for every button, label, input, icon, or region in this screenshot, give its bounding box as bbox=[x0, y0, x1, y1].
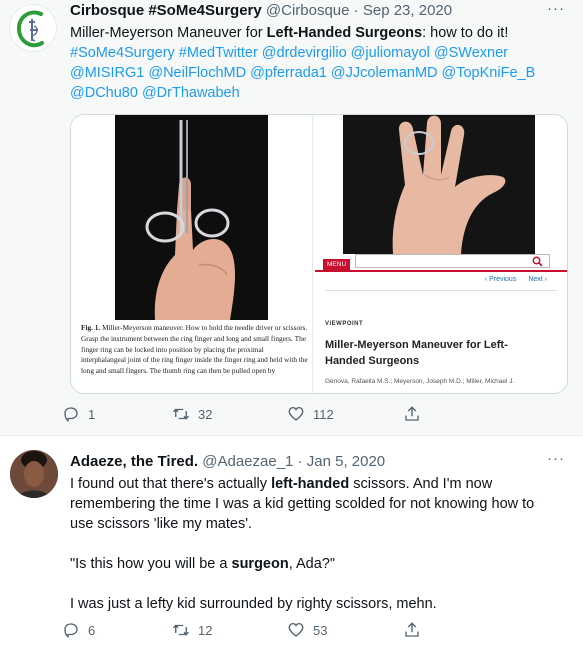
search-icon bbox=[532, 256, 543, 267]
text-line: I was just a lefty kid surrounded by rig… bbox=[70, 596, 437, 612]
article-title: Miller-Meyerson Maneuver for Left-Handed… bbox=[325, 339, 508, 367]
text-line: Miller-Meyerson Maneuver for Left-Handed… bbox=[70, 23, 565, 43]
user-handle[interactable]: @Cirbosque bbox=[266, 2, 350, 19]
more-options-icon[interactable]: ··· bbox=[547, 450, 565, 467]
figure-label: Fig. 1. bbox=[81, 323, 101, 332]
text-segment: "Is this how you will be a bbox=[70, 556, 232, 572]
media-attachment[interactable]: Fig. 1. Miller-Meyerson maneuver. How to… bbox=[70, 114, 568, 394]
journal-nav-links: ‹ Previous Next › bbox=[473, 276, 547, 283]
display-name[interactable]: Cirbosque #SoMe4Surgery bbox=[70, 2, 262, 19]
retweet-icon bbox=[173, 408, 189, 420]
text-line: I found out that there's actually left-h… bbox=[70, 474, 565, 494]
media-image-left[interactable]: Fig. 1. Miller-Meyerson maneuver. How to… bbox=[71, 115, 312, 393]
tweet-text: I found out that there's actually left-h… bbox=[70, 474, 565, 614]
text-segment: , Ada?" bbox=[288, 556, 335, 572]
retweet-button[interactable]: 12 bbox=[172, 618, 212, 642]
hashtags-mentions[interactable]: #SoMe4Surgery #MedTwitter @drdevirgilio … bbox=[70, 43, 565, 63]
tweet-actions: 1 32 112 bbox=[62, 402, 492, 426]
reply-icon bbox=[64, 407, 78, 423]
photo-hand-with-scissors bbox=[115, 115, 268, 320]
reply-icon bbox=[64, 623, 78, 639]
text-line: "Is this how you will be a surgeon, Ada?… bbox=[70, 554, 565, 574]
tweet-adaeze[interactable]: Adaeze, the Tired. @Adaezae_1 · Jan 5, 2… bbox=[0, 437, 583, 653]
like-count: 112 bbox=[313, 406, 334, 422]
tweet-cirbosque[interactable]: Cirbosque #SoMe4Surgery @Cirbosque · Sep… bbox=[0, 0, 583, 436]
tweet-text: Miller-Meyerson Maneuver for Left-Handed… bbox=[70, 23, 565, 103]
user-handle[interactable]: @Adaezae_1 bbox=[202, 453, 293, 470]
separator: · bbox=[297, 453, 303, 470]
separator: · bbox=[353, 2, 359, 19]
share-icon bbox=[405, 406, 419, 421]
retweet-count: 32 bbox=[198, 406, 213, 422]
retweet-icon bbox=[173, 624, 189, 636]
tweet-header: Cirbosque #SoMe4Surgery @Cirbosque · Sep… bbox=[70, 1, 452, 21]
text-segment: I found out that there's actually bbox=[70, 476, 272, 492]
figure-caption: Fig. 1. Miller-Meyerson maneuver. How to… bbox=[81, 323, 309, 377]
heart-icon bbox=[288, 622, 304, 637]
mentions[interactable]: @DChu80 @DrThawabeh bbox=[70, 83, 565, 103]
reply-button[interactable]: 6 bbox=[62, 618, 95, 642]
like-count: 53 bbox=[313, 622, 328, 638]
hand-illustration bbox=[343, 115, 535, 254]
retweet-count: 12 bbox=[198, 622, 213, 638]
photo-hand bbox=[343, 115, 535, 254]
like-button[interactable]: 53 bbox=[287, 618, 327, 642]
menu-label: MENU bbox=[323, 259, 351, 270]
cirbosque-logo-icon bbox=[16, 10, 44, 48]
next-link: Next › bbox=[528, 276, 547, 283]
reply-button[interactable]: 1 bbox=[62, 402, 95, 426]
more-options-icon[interactable]: ··· bbox=[547, 0, 565, 17]
mentions[interactable]: @MISIRG1 @NeilFlochMD @pferrada1 @JJcole… bbox=[70, 63, 565, 83]
media-image-right[interactable]: MENU ‹ Previous Next › VIEWPOINT Miller-M… bbox=[315, 115, 567, 393]
text-segment: : how to do it! bbox=[422, 25, 509, 41]
timestamp[interactable]: Jan 5, 2020 bbox=[307, 453, 385, 470]
reply-count: 1 bbox=[88, 406, 96, 422]
profile-photo-icon bbox=[10, 450, 58, 498]
avatar[interactable] bbox=[9, 4, 57, 52]
share-button[interactable] bbox=[403, 618, 429, 642]
share-icon bbox=[405, 622, 419, 637]
heart-icon bbox=[288, 406, 304, 421]
like-button[interactable]: 112 bbox=[287, 402, 334, 426]
avatar[interactable] bbox=[10, 450, 58, 498]
text-segment: Miller-Meyerson Maneuver for bbox=[70, 25, 267, 41]
tweet-actions: 6 12 53 bbox=[62, 618, 492, 642]
retweet-button[interactable]: 32 bbox=[172, 402, 212, 426]
text-segment: scissors. And I'm now bbox=[349, 476, 493, 492]
figure-caption-text: Miller-Meyerson maneuver. How to hold th… bbox=[81, 323, 308, 376]
hand-scissors-illustration bbox=[115, 115, 268, 320]
previous-link: ‹ Previous bbox=[484, 276, 517, 283]
section-label: VIEWPOINT bbox=[325, 321, 364, 327]
timestamp[interactable]: Sep 23, 2020 bbox=[363, 2, 452, 19]
article-authors: Genova, Rafaella M.S.; Meyerson, Joseph … bbox=[325, 378, 515, 385]
journal-menu-bar: MENU bbox=[315, 254, 567, 272]
tweet-header: Adaeze, the Tired. @Adaezae_1 · Jan 5, 2… bbox=[70, 452, 385, 472]
reply-count: 6 bbox=[88, 622, 96, 638]
text-line: remembering the time I was a kid getting… bbox=[70, 496, 535, 512]
bold-text: left-handed bbox=[271, 476, 350, 492]
bold-text: Left-Handed Surgeons bbox=[266, 25, 423, 41]
share-button[interactable] bbox=[403, 402, 429, 426]
divider-line bbox=[325, 290, 557, 291]
bold-text: surgeon bbox=[231, 556, 289, 572]
display-name[interactable]: Adaeze, the Tired. bbox=[70, 453, 198, 470]
text-line: use scissors 'like my mates'. bbox=[70, 516, 252, 532]
journal-search-box bbox=[355, 254, 550, 268]
